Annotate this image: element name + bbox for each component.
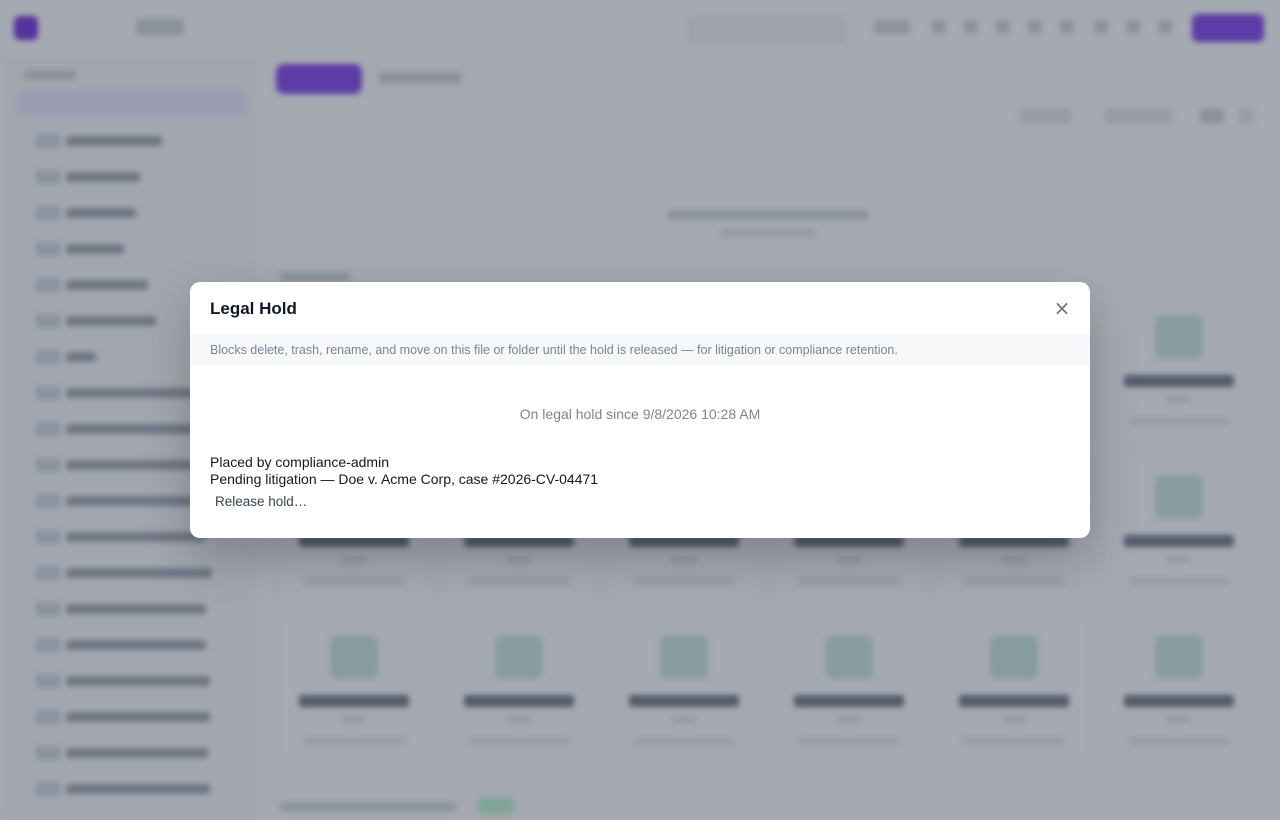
release-hold-button[interactable]: Release hold…: [215, 494, 307, 509]
placed-by-text: Placed by compliance-admin: [210, 454, 389, 470]
dialog-description: Blocks delete, trash, rename, and move o…: [210, 343, 898, 357]
dialog-title: Legal Hold: [210, 299, 297, 318]
hold-reason-text: Pending litigation — Doe v. Acme Corp, c…: [210, 471, 599, 487]
dialog-header: Legal Hold ×: [190, 282, 1090, 335]
dialog-description-band: Blocks delete, trash, rename, and move o…: [190, 334, 1090, 365]
close-icon: ×: [1053, 296, 1071, 320]
hold-status-text: On legal hold since 9/8/2026 10:28 AM: [519, 406, 761, 422]
legal-hold-dialog: Legal Hold × Blocks delete, trash, renam…: [190, 282, 1090, 538]
close-button[interactable]: ×: [1050, 296, 1074, 320]
